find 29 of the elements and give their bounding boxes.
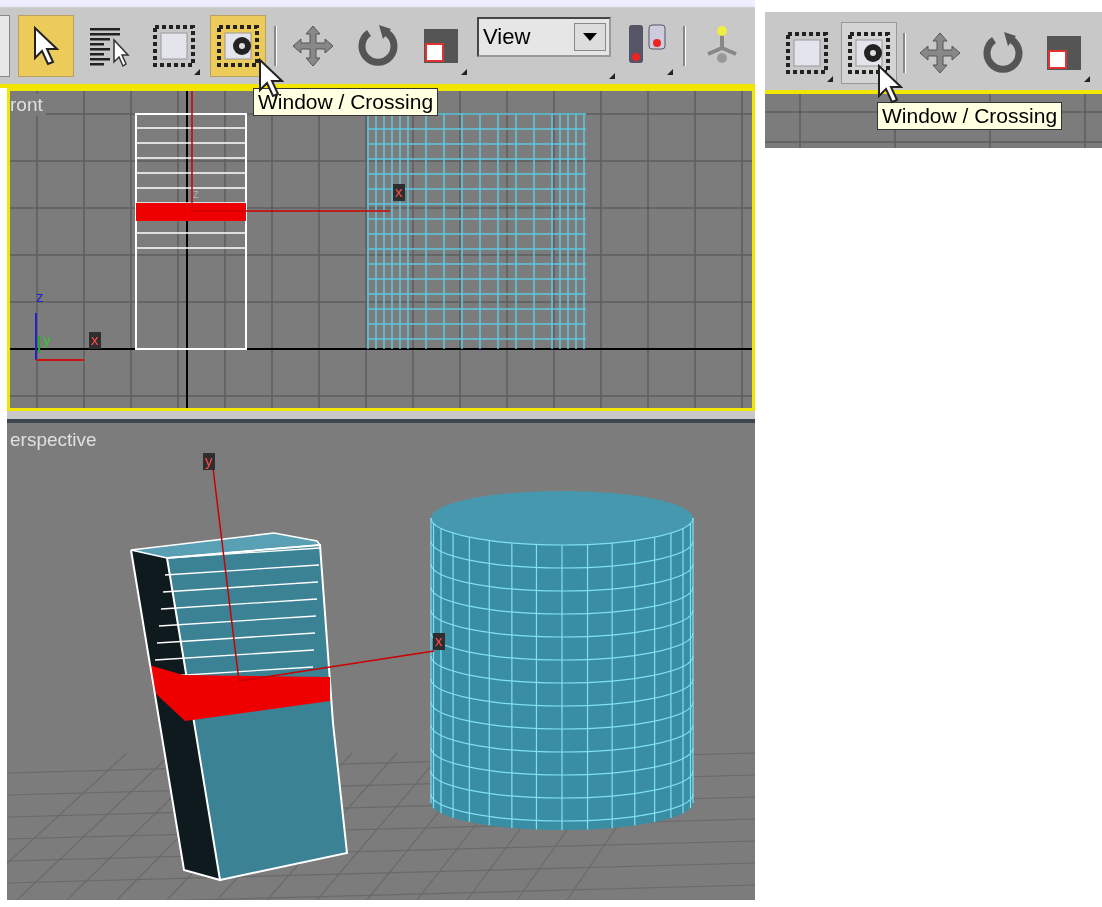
tooltip: Window / Crossing [253, 88, 439, 116]
caret-icon [583, 33, 597, 41]
mouse-pointer-icon [877, 64, 903, 104]
axis-tripod-drawing [35, 312, 85, 361]
dotted-square-icon [785, 31, 829, 75]
box-mesh-drawing[interactable] [130, 532, 349, 882]
tooltip: Window / Crossing [877, 102, 1063, 130]
select-button[interactable] [18, 15, 74, 77]
axis-label: x [89, 332, 101, 349]
window-crossing-button[interactable] [210, 15, 266, 77]
perspective-viewport[interactable]: y x erspective [7, 423, 755, 900]
viewport-label: ront [10, 94, 46, 116]
box-wireframe-drawing[interactable] [135, 113, 247, 350]
axis-label: y [43, 331, 51, 348]
axis-label: y [203, 453, 215, 470]
arrow-cursor-icon [33, 26, 59, 66]
cylinder-mesh-drawing[interactable] [430, 491, 694, 831]
axis-label: z [36, 288, 44, 305]
scale-square-icon [1044, 33, 1084, 73]
cylinder-wireframe-drawing[interactable] [367, 113, 587, 350]
dotted-square-icon [152, 24, 196, 68]
rotate-arrow-icon [980, 30, 1024, 76]
scale-square-icon [421, 26, 461, 66]
axis-label: x [433, 633, 445, 650]
four-way-arrow-icon [291, 24, 335, 68]
axis-label: x [393, 184, 405, 201]
view-dropdown[interactable]: View [477, 17, 611, 57]
viewport-splitter[interactable] [7, 411, 755, 423]
four-way-arrow-icon [918, 31, 962, 75]
